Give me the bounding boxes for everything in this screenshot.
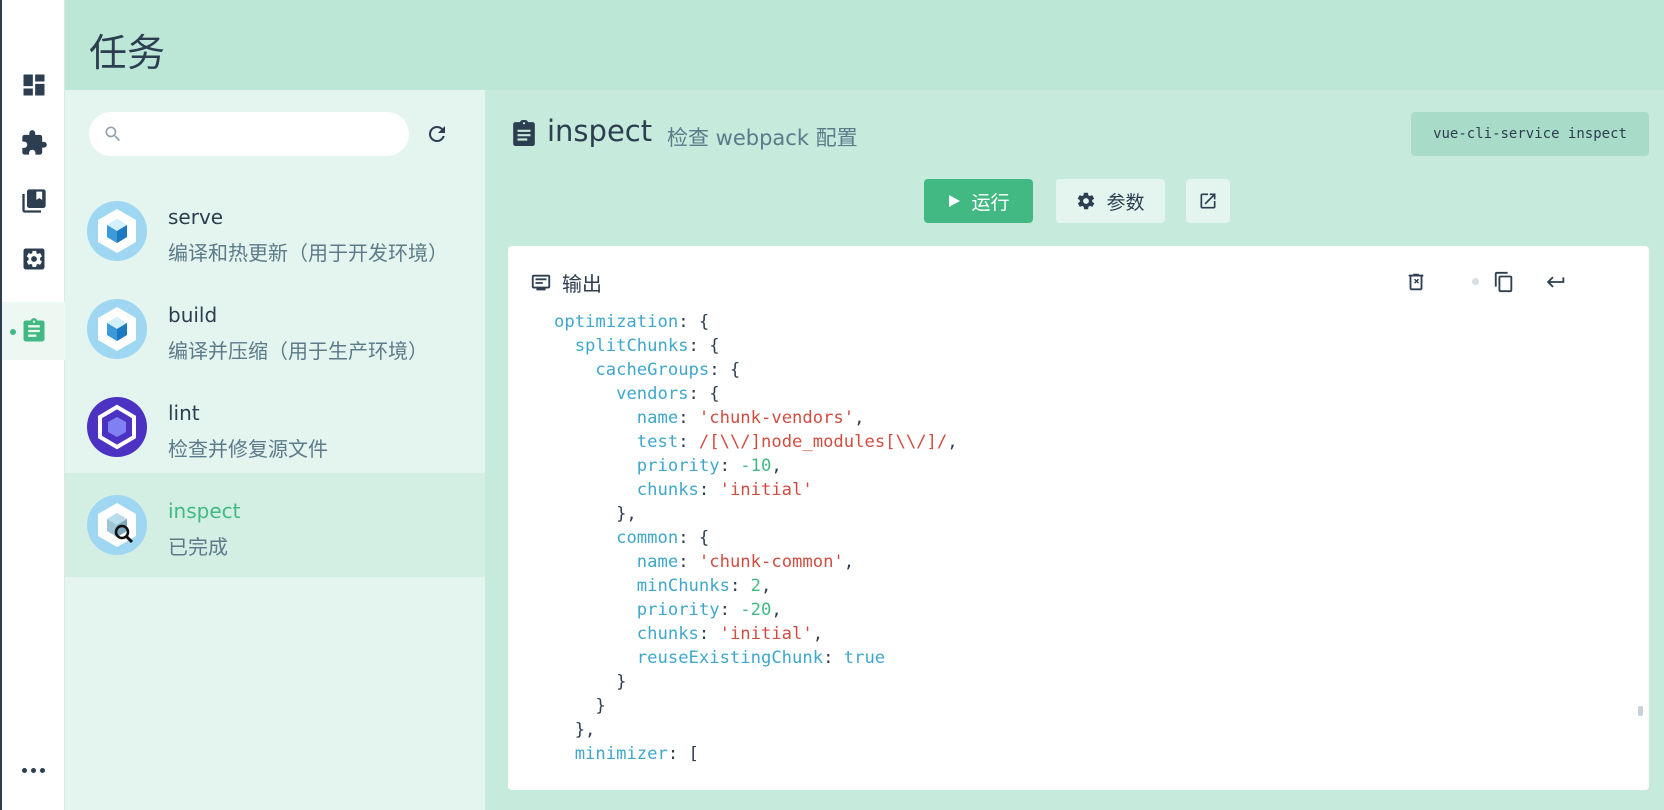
command-badge: vue-cli-service inspect: [1411, 112, 1649, 156]
wrap-lines-button[interactable]: [1542, 268, 1570, 296]
task-item-inspect[interactable]: inspect 已完成: [65, 473, 485, 577]
page-title: 任务: [89, 31, 166, 75]
copy-output-button[interactable]: [1490, 268, 1518, 296]
output-line: priority: -10,: [636, 456, 782, 476]
output-line: chunks: 'initial': [636, 480, 813, 500]
clear-output-button[interactable]: [1402, 268, 1430, 296]
open-external-button[interactable]: [1186, 179, 1230, 223]
task-list-panel: serve 编译和热更新（用于开发环境） build 编译并压缩（用于生产环境）…: [65, 90, 485, 810]
output-line: },: [554, 720, 596, 740]
nav-rail: [0, 0, 65, 810]
output-line: chunks: 'initial',: [636, 624, 824, 644]
output-line: test: /[\\/]node_modules[\\/]/,: [636, 432, 958, 452]
active-indicator-dot: [10, 329, 16, 335]
output-line: optimization: {: [554, 312, 710, 332]
puzzle-icon: [21, 130, 47, 155]
page-header: 任务: [65, 0, 1664, 90]
output-line: vendors: {: [616, 384, 720, 404]
nav-dashboard[interactable]: [2, 56, 65, 114]
search-icon: [105, 126, 121, 142]
task-title: inspect: [547, 114, 653, 148]
output-line: splitChunks: {: [574, 336, 720, 356]
nav-tasks[interactable]: [2, 302, 65, 360]
task-name: build: [168, 303, 218, 327]
output-line: }: [554, 696, 606, 716]
task-description: 编译并压缩（用于生产环境）: [168, 339, 428, 363]
clipboard-text-icon: [23, 318, 44, 342]
output-line: priority: -20,: [636, 600, 782, 620]
output-line: minimizer: [: [574, 744, 699, 764]
refresh-button[interactable]: [423, 120, 451, 148]
keyboard-return-icon: [1546, 276, 1565, 288]
copy-icon: [1494, 271, 1513, 293]
output-line: name: 'chunk-vendors',: [636, 408, 865, 428]
run-button[interactable]: 运行: [924, 179, 1033, 223]
gear-icon: [1078, 192, 1095, 210]
webpack-inspect-icon: [87, 495, 147, 555]
settings-box-icon: [23, 248, 44, 270]
output-line: common: {: [616, 528, 710, 548]
task-name: inspect: [168, 499, 241, 523]
nav-plugins[interactable]: [2, 114, 65, 172]
webpack-cube-icon: [87, 299, 147, 359]
status-dot: [1472, 278, 1479, 285]
task-item-serve[interactable]: serve 编译和热更新（用于开发环境）: [65, 179, 485, 283]
task-item-lint[interactable]: lint 检查并修复源文件: [65, 375, 485, 479]
webpack-cube-icon: [87, 201, 147, 261]
output-line: cacheGroups: {: [595, 360, 741, 380]
task-detail-panel: inspect 检查 webpack 配置 vue-cli-service in…: [485, 90, 1664, 810]
output-line: name: 'chunk-common',: [636, 552, 855, 572]
nav-configuration[interactable]: [2, 230, 65, 288]
output-panel: 输出 optimization: { splitChunks: { cacheG…: [508, 246, 1649, 790]
run-button-label: 运行: [971, 191, 1010, 214]
task-name: lint: [168, 401, 200, 425]
task-subtitle: 检查 webpack 配置: [667, 126, 858, 150]
output-line: minChunks: 2,: [636, 576, 772, 596]
output-header: 输出: [530, 268, 602, 297]
output-line: },: [554, 504, 637, 524]
open-in-new-icon: [1200, 193, 1216, 209]
search-box[interactable]: [89, 112, 409, 156]
refresh-icon: [428, 125, 445, 142]
more-icon[interactable]: [2, 760, 65, 780]
output-line: reuseExistingChunk: true: [636, 648, 886, 668]
task-description: 检查并修复源文件: [168, 437, 328, 461]
search-input[interactable]: [133, 124, 403, 144]
task-name: serve: [168, 205, 224, 229]
play-icon: [949, 195, 961, 207]
clipboard-text-icon: [511, 118, 537, 148]
library-books-icon: [21, 189, 46, 213]
task-status: 已完成: [168, 535, 228, 559]
output-scrollbar[interactable]: [1638, 706, 1643, 716]
output-code: optimization: { splitChunks: { cacheGrou…: [554, 310, 958, 766]
console-icon: [531, 274, 551, 290]
nav-dependencies[interactable]: [2, 172, 65, 230]
task-description: 编译和热更新（用于开发环境）: [168, 241, 448, 265]
output-title: 输出: [562, 272, 602, 296]
parameters-button[interactable]: 参数: [1056, 179, 1165, 223]
output-line: }: [554, 672, 627, 692]
eslint-hexagon-icon: [87, 397, 147, 457]
dashboard-icon: [23, 74, 44, 96]
delete-sweep-icon: [1408, 273, 1424, 291]
parameters-button-label: 参数: [1106, 191, 1145, 214]
task-item-build[interactable]: build 编译并压缩（用于生产环境）: [65, 277, 485, 381]
